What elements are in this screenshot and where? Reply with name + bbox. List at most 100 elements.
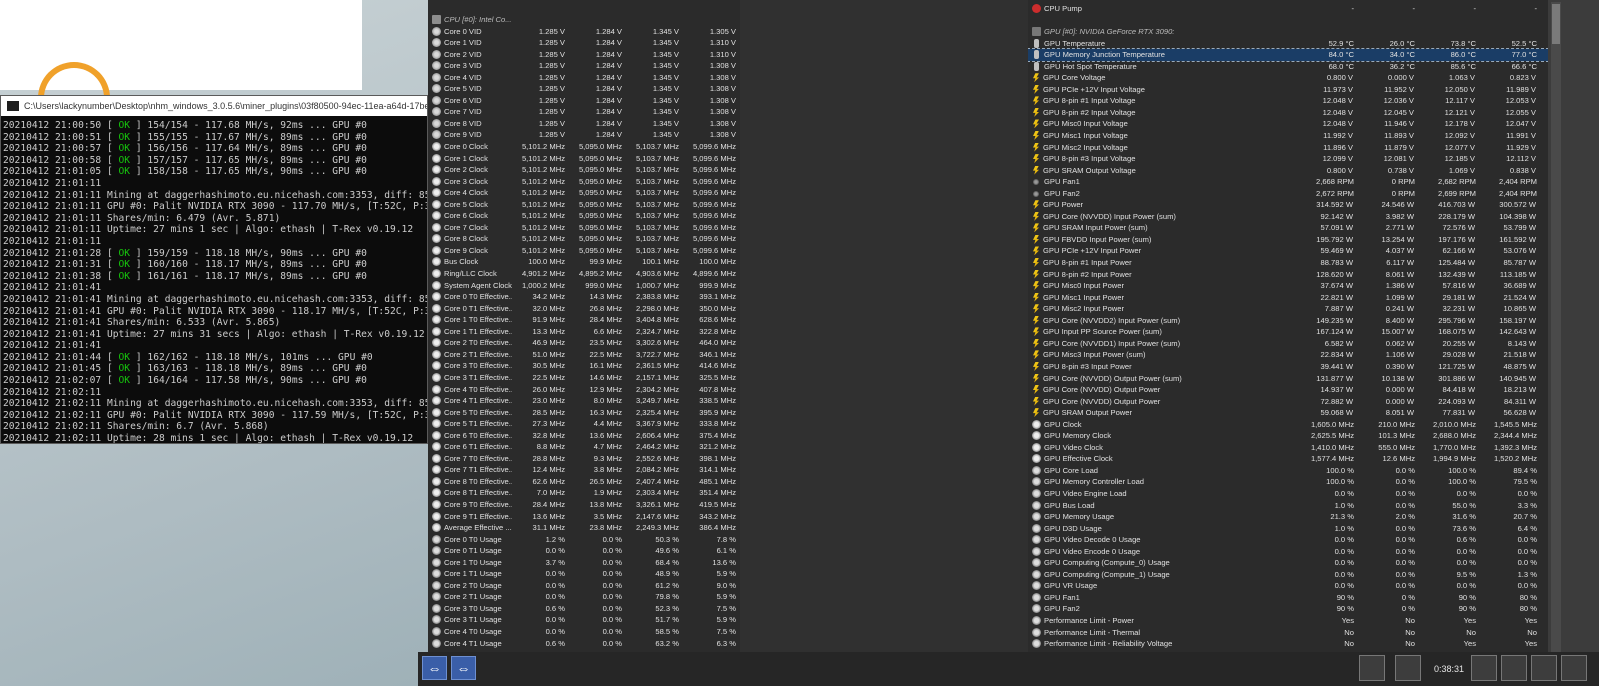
sensor-row[interactable]: GPU 8-pin #3 Input Power 39.441 W 0.390 W 1…: [1028, 361, 1548, 373]
sensor-row[interactable]: Core 0 T1 Usage 0.0 % 0.0 % 49.6 % 6.1 %: [428, 545, 740, 557]
sensor-row[interactable]: Core 3 T1 Usage 0.0 % 0.0 % 51.7 % 5.9 %: [428, 614, 740, 626]
sensor-row[interactable]: Core 7 T1 Effective... 12.4 MHz 3.8 MHz 2,0…: [428, 464, 740, 476]
sensor-row[interactable]: GPU Misc0 Input Power 37.674 W 1.386 W 57.8…: [1028, 280, 1548, 292]
sensor-row[interactable]: GPU Bus Load 1.0 % 0.0 % 55.0 % 3.3 %: [1028, 500, 1548, 512]
sensor-row[interactable]: Core 6 VID 1.285 V 1.284 V 1.345 V 1.308 V: [428, 95, 740, 107]
sensor-row[interactable]: GPU Core (NVVDD) Output Power 14.937 W 0.0…: [1028, 384, 1548, 396]
sensor-row[interactable]: GPU SRAM Output Power 59.068 W 8.051 W 77.8…: [1028, 407, 1548, 419]
sensor-row[interactable]: GPU 8-pin #2 Input Power 128.620 W 8.061 W…: [1028, 269, 1548, 281]
sensor-row[interactable]: GPU Power 314.592 W 24.546 W 416.703 W 300.5…: [1028, 199, 1548, 211]
sensor-row[interactable]: Core 6 T1 Effective... 8.8 MHz 4.7 MHz 2,46…: [428, 441, 740, 453]
sensor-row[interactable]: GPU Memory Controller Load 100.0 % 0.0 % 10…: [1028, 476, 1548, 488]
sensor-row[interactable]: GPU Core (NVVDD) Output Power (sum) 131.8…: [1028, 373, 1548, 385]
sensor-row[interactable]: Core 3 VID 1.285 V 1.284 V 1.345 V 1.308 V: [428, 60, 740, 72]
sensor-row[interactable]: GPU Computing (Compute_1) Usage 0.0 % 0.0 …: [1028, 569, 1548, 581]
sensor-row[interactable]: Core 5 VID 1.285 V 1.284 V 1.345 V 1.308 V: [428, 83, 740, 95]
sensor-row[interactable]: Performance Limit - Thermal No No No No: [1028, 627, 1548, 639]
sensor-row[interactable]: GPU FBVDD Input Power (sum) 195.792 W 13.2…: [1028, 234, 1548, 246]
sensor-row[interactable]: GPU Video Decode 0 Usage 0.0 % 0.0 % 0.6 % 0…: [1028, 534, 1548, 546]
sensor-row[interactable]: Core 2 T0 Effective... 46.9 MHz 23.5 MHz 3,…: [428, 337, 740, 349]
sensor-row[interactable]: Core 4 T0 Usage 0.0 % 0.0 % 58.5 % 7.5 %: [428, 626, 740, 638]
sensor-row[interactable]: Core 9 T0 Effective... 28.4 MHz 13.8 MHz 3,…: [428, 499, 740, 511]
sensor-row[interactable]: GPU Temperature 52.9 °C 26.0 °C 73.8 °C 52.5…: [1028, 38, 1548, 50]
sensor-row[interactable]: Performance Limit - Power Yes No Yes Yes: [1028, 615, 1548, 627]
sensor-row[interactable]: Core 1 T1 Usage 0.0 % 0.0 % 48.9 % 5.9 %: [428, 568, 740, 580]
sensor-row[interactable]: Core 8 VID 1.285 V 1.284 V 1.345 V 1.308 V: [428, 118, 740, 130]
sensor-row[interactable]: Core 0 VID 1.285 V 1.284 V 1.345 V 1.305 V: [428, 26, 740, 38]
sensor-row[interactable]: Core 6 Clock 5,101.2 MHz 5,095.0 MHz 5,103.…: [428, 210, 740, 222]
sensor-row[interactable]: Core 4 T0 Effective... 26.0 MHz 12.9 MHz 2,…: [428, 384, 740, 396]
sensor-row[interactable]: Core 0 T0 Effective... 34.2 MHz 14.3 MHz 2,…: [428, 291, 740, 303]
sensor-row[interactable]: Core 5 T1 Effective... 27.3 MHz 4.4 MHz 3,3…: [428, 418, 740, 430]
sensor-row[interactable]: Core 0 Clock 5,101.2 MHz 5,095.0 MHz 5,103.…: [428, 141, 740, 153]
sensor-row[interactable]: Core 9 VID 1.285 V 1.284 V 1.345 V 1.308 V: [428, 129, 740, 141]
sensor-row[interactable]: GPU Misc1 Input Voltage 11.992 V 11.893 V 1…: [1028, 130, 1548, 142]
sensor-row[interactable]: Core 1 Clock 5,101.2 MHz 5,095.0 MHz 5,103.…: [428, 153, 740, 165]
sensor-row[interactable]: Core 7 VID 1.285 V 1.284 V 1.345 V 1.308 V: [428, 106, 740, 118]
sensor-row[interactable]: Core 4 T1 Effective... 23.0 MHz 8.0 MHz 3,2…: [428, 395, 740, 407]
sensor-row[interactable]: Core 3 T0 Effective... 30.5 MHz 16.1 MHz 2,…: [428, 360, 740, 372]
sensor-row[interactable]: Core 4 Clock 5,101.2 MHz 5,095.0 MHz 5,103.…: [428, 187, 740, 199]
sensor-row[interactable]: Core 1 T0 Effective... 91.9 MHz 28.4 MHz 3,…: [428, 314, 740, 326]
sensor-scrollbar-thumb[interactable]: [1552, 4, 1560, 44]
sensor-row[interactable]: Bus Clock 100.0 MHz 99.9 MHz 100.1 MHz 100.0…: [428, 256, 740, 268]
sensor-row[interactable]: GPU VR Usage 0.0 % 0.0 % 0.0 % 0.0 %: [1028, 580, 1548, 592]
console-titlebar[interactable]: C:\Users\lackynumber\Desktop\nhm_windows…: [1, 96, 427, 116]
report-icon[interactable]: [1501, 655, 1527, 681]
sensor-row[interactable]: GPU Misc3 Input Power (sum) 22.834 W 1.106…: [1028, 349, 1548, 361]
sensor-row[interactable]: GPU Video Engine Load 0.0 % 0.0 % 0.0 % 0.0 …: [1028, 488, 1548, 500]
sensor-row[interactable]: GPU Core (NVVDD2) Input Power (sum) 149.2…: [1028, 315, 1548, 327]
network-icon[interactable]: [1359, 655, 1385, 681]
sensor-row[interactable]: GPU Memory Junction Temperature 84.0 °C 34…: [1028, 48, 1548, 62]
sensor-row[interactable]: GPU Video Encode 0 Usage 0.0 % 0.0 % 0.0 % 0…: [1028, 546, 1548, 558]
sensor-row[interactable]: GPU PCIe +12V Input Power 59.469 W 4.037 W…: [1028, 245, 1548, 257]
sensor-row[interactable]: Core 1 VID 1.285 V 1.284 V 1.345 V 1.310 V: [428, 37, 740, 49]
sensor-row[interactable]: GPU 8-pin #3 Input Voltage 12.099 V 12.081…: [1028, 153, 1548, 165]
sensor-row[interactable]: GPU Effective Clock 1,577.4 MHz 12.6 MHz 1,…: [1028, 453, 1548, 465]
sensor-row[interactable]: GPU 8-pin #1 Input Voltage 12.048 V 12.036…: [1028, 95, 1548, 107]
sensor-row[interactable]: GPU Misc2 Input Power 7.887 W 0.241 W 32.23…: [1028, 303, 1548, 315]
sensor-row[interactable]: Core 2 T0 Usage 0.0 % 0.0 % 61.2 % 9.0 %: [428, 580, 740, 592]
sensor-row[interactable]: Core 3 Clock 5,101.2 MHz 5,095.0 MHz 5,103.…: [428, 176, 740, 188]
sensor-row[interactable]: GPU Core (NVVDD) Input Power (sum) 92.142…: [1028, 211, 1548, 223]
sensor-row[interactable]: Average Effective ... 31.1 MHz 23.8 MHz 2,2…: [428, 522, 740, 534]
miner-console-window[interactable]: C:\Users\lackynumber\Desktop\nhm_windows…: [0, 95, 428, 444]
sensor-row[interactable]: Core 3 T0 Usage 0.6 % 0.0 % 52.3 % 7.5 %: [428, 603, 740, 615]
sensor-row[interactable]: GPU Misc1 Input Power 22.821 W 1.099 W 29.1…: [1028, 292, 1548, 304]
sensor-row[interactable]: GPU Memory Clock 2,625.5 MHz 101.3 MHz 2,68…: [1028, 430, 1548, 442]
sensor-group-header[interactable]: CPU [#0]: Intel Co...: [428, 14, 740, 26]
sensor-row[interactable]: GPU Input PP Source Power (sum) 167.124 W…: [1028, 326, 1548, 338]
sensor-row[interactable]: GPU Fan2 2,672 RPM 0 RPM 2,699 RPM 2,404 RPM: [1028, 188, 1548, 200]
sensor-row[interactable]: Core 6 T0 Effective... 32.8 MHz 13.6 MHz 2,…: [428, 430, 740, 442]
sensor-row[interactable]: Core 4 VID 1.285 V 1.284 V 1.345 V 1.308 V: [428, 72, 740, 84]
sensor-row[interactable]: Core 2 T1 Usage 0.0 % 0.0 % 79.8 % 5.9 %: [428, 591, 740, 603]
sensor-row[interactable]: Core 8 Clock 5,101.2 MHz 5,095.0 MHz 5,103.…: [428, 233, 740, 245]
sensor-row[interactable]: Core 5 Clock 5,101.2 MHz 5,095.0 MHz 5,103.…: [428, 199, 740, 211]
sensor-group-header[interactable]: GPU [#0]: NVIDIA GeForce RTX 3090:: [1028, 26, 1548, 38]
expand-columns-button[interactable]: ⇔: [422, 656, 447, 680]
sensor-row[interactable]: GPU Computing (Compute_0) Usage 0.0 % 0.0 …: [1028, 557, 1548, 569]
sensor-row[interactable]: Core 0 T0 Usage 1.2 % 0.0 % 50.3 % 7.8 %: [428, 534, 740, 546]
sensor-row[interactable]: [1028, 15, 1548, 27]
sensor-row[interactable]: Ring/LLC Clock 4,901.2 MHz 4,895.2 MHz 4,90…: [428, 268, 740, 280]
sensor-row[interactable]: GPU Core Load 100.0 % 0.0 % 100.0 % 89.4 %: [1028, 465, 1548, 477]
sensor-row[interactable]: Core 8 T0 Effective... 62.6 MHz 26.5 MHz 2,…: [428, 476, 740, 488]
sensor-row[interactable]: GPU Video Clock 1,410.0 MHz 555.0 MHz 1,770…: [1028, 442, 1548, 454]
sensor-row[interactable]: GPU PCIe +12V Input Voltage 11.973 V 11.95…: [1028, 84, 1548, 96]
sensor-row[interactable]: Core 8 T1 Effective... 7.0 MHz 1.9 MHz 2,30…: [428, 487, 740, 499]
sensor-row[interactable]: GPU Core (NVVDD1) Input Power (sum) 6.582…: [1028, 338, 1548, 350]
sensor-row[interactable]: GPU Misc2 Input Voltage 11.896 V 11.879 V 1…: [1028, 142, 1548, 154]
sensor-row[interactable]: Core 9 Clock 5,101.2 MHz 5,095.0 MHz 5,103.…: [428, 245, 740, 257]
collapse-columns-button[interactable]: ⇔: [451, 656, 476, 680]
sensor-row[interactable]: GPU Hot Spot Temperature 68.0 °C 36.2 °C 85…: [1028, 61, 1548, 73]
sensor-row[interactable]: Core 3 T1 Effective... 22.5 MHz 14.6 MHz 2,…: [428, 372, 740, 384]
close-icon[interactable]: [1561, 655, 1587, 681]
sensor-row[interactable]: GPU D3D Usage 1.0 % 0.0 % 73.6 % 6.4 %: [1028, 523, 1548, 535]
sensor-row[interactable]: GPU Core Voltage 0.800 V 0.000 V 1.063 V 0.8…: [1028, 72, 1548, 84]
sensor-row[interactable]: GPU Fan1 2,668 RPM 0 RPM 2,682 RPM 2,404 RPM: [1028, 176, 1548, 188]
sensor-row[interactable]: System Agent Clock 1,000.2 MHz 999.0 MHz 1,…: [428, 280, 740, 292]
sensor-row[interactable]: GPU Memory Usage 21.3 % 2.0 % 31.6 % 20.7 %: [1028, 511, 1548, 523]
sensor-row[interactable]: GPU 8-pin #1 Input Power 88.783 W 6.117 W 1…: [1028, 257, 1548, 269]
sensor-row[interactable]: Core 2 VID 1.285 V 1.284 V 1.345 V 1.310 V: [428, 49, 740, 61]
sensor-row[interactable]: CPU Pump - - - -: [1028, 3, 1548, 15]
